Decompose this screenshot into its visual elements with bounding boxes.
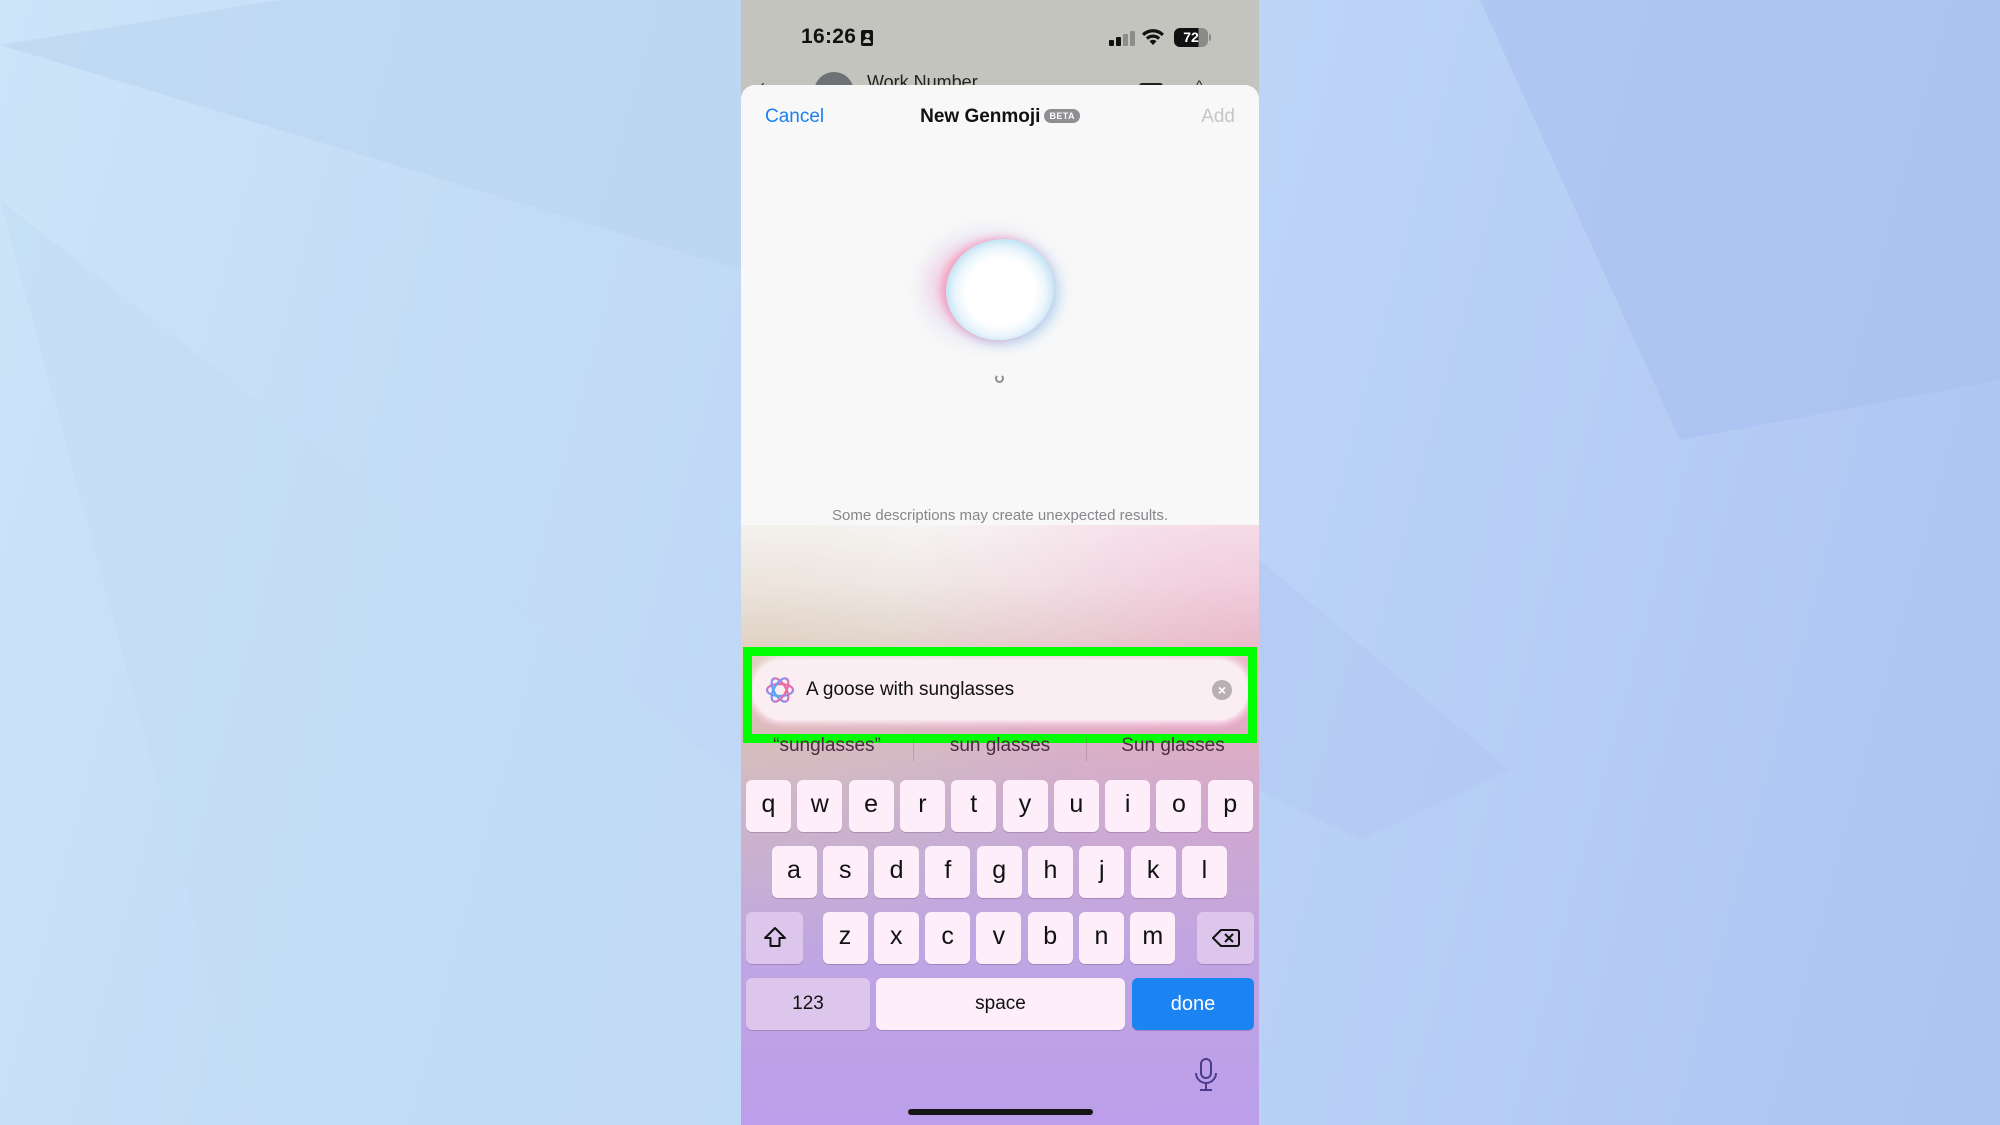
key-v[interactable]: v	[976, 912, 1022, 964]
space-key[interactable]: space	[876, 978, 1125, 1030]
suggestion-item[interactable]: Sun glasses	[1087, 735, 1259, 757]
suggestion-item[interactable]: sun glasses	[914, 735, 1086, 757]
key-p[interactable]: p	[1207, 780, 1253, 832]
sheet-nav-bar: Cancel New Genmoji BETA Add	[741, 85, 1259, 141]
predictive-suggestions: “sunglasses” sun glasses Sun glasses	[741, 735, 1259, 765]
new-genmoji-sheet: Cancel New Genmoji BETA Add Some descript…	[741, 85, 1259, 1125]
add-button[interactable]: Add	[1201, 106, 1235, 128]
battery-icon: 72	[1174, 28, 1208, 47]
key-k[interactable]: k	[1130, 846, 1176, 898]
key-x[interactable]: x	[873, 912, 919, 964]
key-e[interactable]: e	[848, 780, 894, 832]
key-t[interactable]: t	[951, 780, 997, 832]
sheet-title-group: New Genmoji BETA	[741, 106, 1259, 128]
disclaimer-text: Some descriptions may create unexpected …	[832, 507, 1168, 524]
key-a[interactable]: a	[771, 846, 817, 898]
cellular-signal-icon	[1109, 31, 1135, 46]
shift-arrow-icon	[763, 927, 786, 947]
shift-key[interactable]	[746, 912, 803, 964]
loading-spinner-icon	[995, 374, 1004, 383]
key-d[interactable]: d	[874, 846, 920, 898]
key-s[interactable]: s	[822, 846, 868, 898]
key-z[interactable]: z	[822, 912, 868, 964]
microphone-icon[interactable]	[1193, 1058, 1219, 1092]
key-j[interactable]: j	[1079, 846, 1125, 898]
key-m[interactable]: m	[1130, 912, 1176, 964]
key-o[interactable]: o	[1156, 780, 1202, 832]
key-h[interactable]: h	[1028, 846, 1073, 898]
suggestion-item[interactable]: “sunglasses”	[741, 735, 913, 757]
wifi-icon	[1142, 29, 1164, 45]
status-bar: 16:26 72	[741, 0, 1259, 60]
key-r[interactable]: r	[899, 780, 945, 832]
numbers-key[interactable]: 123	[746, 978, 870, 1030]
home-indicator[interactable]	[908, 1109, 1093, 1115]
key-y[interactable]: y	[1002, 780, 1048, 832]
delete-key[interactable]	[1197, 912, 1254, 964]
phone-screen: 16:26 72 ‹ Work Number ^ Cancel New Genm…	[741, 0, 1259, 1125]
key-c[interactable]: c	[925, 912, 971, 964]
key-g[interactable]: g	[976, 846, 1022, 898]
key-u[interactable]: u	[1053, 780, 1099, 832]
key-l[interactable]: l	[1181, 846, 1227, 898]
highlight-box	[743, 647, 1257, 743]
key-q[interactable]: q	[746, 780, 791, 832]
done-key[interactable]: done	[1132, 978, 1254, 1030]
battery-cap	[1209, 34, 1211, 41]
key-b[interactable]: b	[1027, 912, 1073, 964]
key-n[interactable]: n	[1079, 912, 1124, 964]
status-time: 16:26	[801, 25, 857, 48]
sheet-title: New Genmoji	[920, 106, 1041, 127]
backspace-icon	[1211, 929, 1240, 947]
beta-badge: BETA	[1044, 109, 1080, 123]
key-w[interactable]: w	[797, 780, 843, 832]
focus-id-icon	[861, 30, 873, 46]
key-i[interactable]: i	[1105, 780, 1151, 832]
key-f[interactable]: f	[925, 846, 971, 898]
